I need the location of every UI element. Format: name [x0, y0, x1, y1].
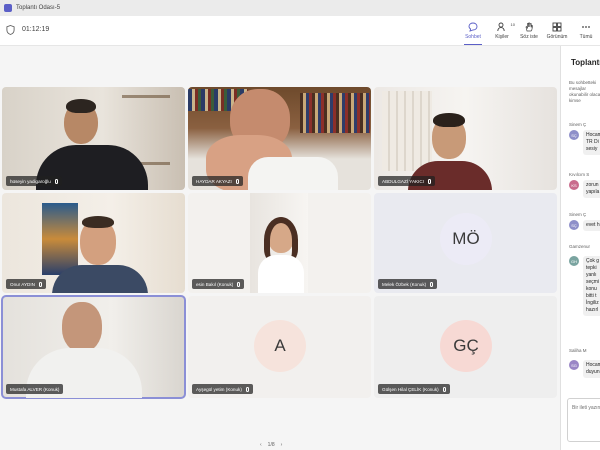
next-page-icon[interactable]: ›	[281, 442, 283, 448]
chat-intro: Bu sohbetteki mesajlar okunabilir olacak…	[569, 80, 600, 103]
video-tile[interactable]: ABDULGAZİ YAKICI	[374, 87, 557, 190]
participant-name: Melek Özbek (Konuk)	[382, 281, 427, 287]
chat-sender: Kıvılcım S	[569, 172, 590, 177]
microphone-icon	[442, 386, 446, 392]
video-tile[interactable]: hüseyin yadigaroğlu	[2, 87, 185, 190]
participant-name: hüseyin yadigaroğlu	[10, 178, 51, 184]
title-bar: Toplantı Odası-5	[0, 0, 600, 16]
participant-name: Mustafa ALVER (Konuk)	[10, 386, 60, 392]
bookshelf-image	[300, 93, 370, 133]
microphone-icon	[245, 386, 249, 392]
chat-sender: Sinem Ç	[569, 212, 587, 217]
participant-name-tag: Gülşen Hilal ÇELİK (Konuk)	[378, 384, 450, 394]
participant-name: Gülşen Hilal ÇELİK (Konuk)	[382, 386, 439, 392]
video-tile[interactable]: A Ayşegül yetim (Konuk)	[188, 296, 371, 398]
raise-hand-label: Söz iste	[520, 34, 538, 40]
chat-avatar: SG	[569, 360, 579, 370]
grid-view-icon	[552, 22, 562, 32]
chat-message: Hocam duyun	[583, 360, 600, 378]
participant-name-tag: Melek Özbek (Konuk)	[378, 279, 438, 289]
video-tile[interactable]: esin Bakıl (Konuk)	[188, 193, 371, 293]
video-tile[interactable]: MÖ Melek Özbek (Konuk)	[374, 193, 557, 293]
video-tile[interactable]: Mustafa ALVER (Konuk)	[1, 295, 186, 399]
participant-name-tag: Mustafa ALVER (Konuk)	[6, 384, 64, 394]
chat-avatar: KS	[569, 180, 579, 190]
participant-name-tag: Onur AYDIN	[6, 279, 46, 289]
video-tile[interactable]: HAYDAR AKYAZI	[188, 87, 371, 190]
chat-sender: Saliha M	[569, 348, 587, 353]
participant-name: esin Bakıl (Konuk)	[196, 281, 234, 287]
participant-name: ABDULGAZİ YAKICI	[382, 178, 424, 184]
participant-video	[433, 113, 465, 127]
participant-video	[82, 216, 114, 228]
participant-video	[66, 99, 96, 113]
chat-panel-title: Toplantı sohbeti	[571, 58, 600, 67]
participant-video	[258, 255, 304, 293]
avatar: GÇ	[440, 320, 492, 372]
video-tile[interactable]: GÇ Gülşen Hilal ÇELİK (Konuk)	[374, 296, 557, 398]
participant-video	[62, 302, 102, 352]
chat-avatar: SÇ	[569, 220, 579, 230]
people-count-badge: 10	[510, 22, 515, 27]
microphone-icon	[430, 281, 434, 287]
poster-image	[42, 203, 78, 275]
microphone-icon	[237, 281, 241, 287]
chat-button[interactable]: Sohbet	[462, 19, 484, 45]
video-stage: hüseyin yadigaroğlu HAYDAR AKYAZI ABDULG…	[0, 46, 560, 450]
raise-hand-button[interactable]: Söz iste	[518, 19, 540, 43]
microphone-icon	[427, 178, 431, 184]
participant-name-tag: esin Bakıl (Konuk)	[192, 279, 245, 289]
chat-message: Hocam TR Di sesiy	[583, 130, 600, 155]
chat-compose-input[interactable]: Bir ileti yazın	[567, 398, 600, 442]
shield-icon	[6, 25, 15, 35]
participant-video	[248, 157, 338, 190]
more-button[interactable]: Tümü	[576, 19, 596, 43]
avatar: A	[254, 320, 306, 372]
hand-icon	[525, 22, 533, 32]
chat-button-label: Sohbet	[465, 34, 481, 40]
people-icon	[497, 22, 505, 32]
microphone-icon	[38, 281, 42, 287]
chat-icon	[468, 22, 478, 32]
participant-name: Ayşegül yetim (Konuk)	[196, 386, 242, 392]
curtain-image	[382, 91, 432, 171]
view-button-label: Görünüm	[546, 34, 568, 40]
participant-name: HAYDAR AKYAZI	[196, 178, 232, 184]
participant-name-tag: HAYDAR AKYAZI	[192, 176, 243, 186]
more-icon	[582, 26, 590, 28]
chat-message: evet h	[583, 220, 600, 231]
chat-message: zorun yapıla	[583, 180, 600, 198]
view-button[interactable]: Görünüm	[544, 19, 570, 43]
more-button-label: Tümü	[579, 34, 593, 40]
gallery-pager: ‹ 1/8 ›	[260, 442, 282, 448]
previous-page-icon[interactable]: ‹	[260, 442, 262, 448]
chat-panel: Toplantı sohbeti Bu sohbetteki mesajlar …	[560, 46, 600, 450]
window-title: Toplantı Odası-5	[16, 5, 61, 11]
chat-avatar: SÇ	[569, 130, 579, 140]
chat-message: Çok g tepki yanlı seçmi konu bitti t İng…	[583, 256, 600, 316]
microphone-icon	[54, 178, 58, 184]
participant-video	[52, 265, 148, 293]
participant-name-tag: hüseyin yadigaroğlu	[6, 176, 62, 186]
people-button-label: Kişiler	[495, 34, 509, 40]
chat-sender: Sinem Ç	[569, 122, 587, 127]
page-indicator: 1/8	[267, 442, 275, 448]
meeting-toolbar: 01:12:19 Sohbet 10 Kişiler Söz iste Görü…	[0, 16, 600, 46]
chat-sender: Gamzenur	[569, 244, 591, 249]
microphone-icon	[235, 178, 239, 184]
participant-name-tag: ABDULGAZİ YAKICI	[378, 176, 435, 186]
teams-app-icon	[4, 4, 12, 12]
participant-name-tag: Ayşegül yetim (Konuk)	[192, 384, 253, 394]
avatar: MÖ	[440, 213, 492, 265]
participant-name: Onur AYDIN	[10, 281, 35, 287]
meeting-timer: 01:12:19	[22, 26, 50, 33]
chat-avatar: GH	[569, 256, 579, 266]
video-tile[interactable]: Onur AYDIN	[2, 193, 185, 293]
people-button[interactable]: 10 Kişiler	[492, 19, 515, 43]
